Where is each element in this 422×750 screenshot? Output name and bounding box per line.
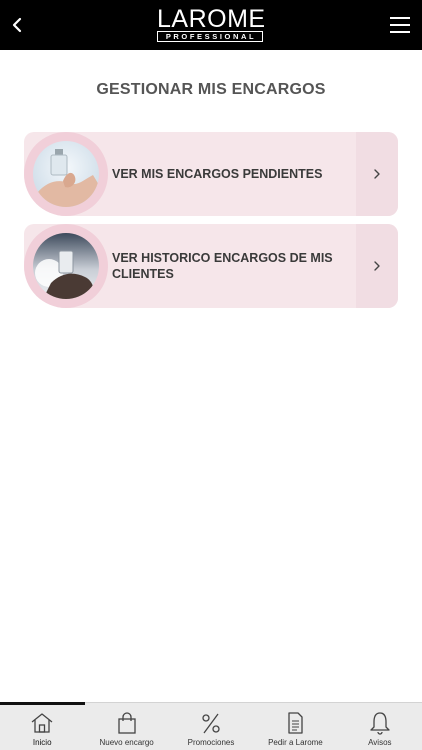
card-photo-frame — [24, 224, 108, 308]
card-photo-frame — [24, 132, 108, 216]
percent-icon — [202, 713, 220, 734]
tab-nuevo-encargo[interactable]: Nuevo encargo — [84, 703, 168, 750]
top-bar: LAROME PROFESSIONAL — [0, 0, 422, 50]
tab-promociones[interactable]: Promociones — [169, 703, 253, 750]
active-tab-indicator — [0, 702, 85, 705]
page-title: GESTIONAR MIS ENCARGOS — [96, 81, 326, 98]
brand-logo: LAROME PROFESSIONAL — [157, 5, 266, 42]
card-arrow-zone[interactable] — [356, 224, 398, 308]
document-icon — [288, 712, 304, 734]
menu-button[interactable] — [388, 11, 416, 39]
card-label: VER HISTORICO ENCARGOS DE MIS CLIENTES — [112, 251, 333, 281]
home-icon — [31, 713, 53, 733]
hand-holding-bottle-photo — [33, 233, 99, 299]
logo-main-text: LAROME — [157, 5, 266, 33]
tab-label: Nuevo encargo — [99, 738, 154, 747]
hamburger-menu-icon — [390, 17, 410, 33]
tab-label: Inicio — [32, 738, 52, 747]
tab-label: Pedir a Larome — [268, 738, 323, 747]
logo-sub-text: PROFESSIONAL — [157, 31, 263, 42]
hand-holding-perfume-photo — [33, 141, 99, 207]
bottom-tab-bar: Inicio Nuevo encargo Promociones Pedir a… — [0, 702, 422, 750]
tab-label: Avisos — [368, 738, 392, 747]
card-pending-orders[interactable]: VER MIS ENCARGOS PENDIENTES — [24, 132, 398, 216]
tab-inicio[interactable]: Inicio — [0, 703, 84, 750]
tab-avisos[interactable]: Avisos — [338, 703, 422, 750]
card-arrow-zone[interactable] — [356, 132, 398, 216]
back-button[interactable] — [4, 10, 30, 40]
chevron-right-icon — [374, 261, 380, 271]
bell-icon — [370, 712, 390, 735]
chevron-right-icon — [374, 169, 380, 179]
card-label: VER MIS ENCARGOS PENDIENTES — [112, 167, 323, 181]
chevron-left-icon — [12, 17, 22, 33]
tab-pedir-a-larome[interactable]: Pedir a Larome — [253, 703, 337, 750]
shopping-bag-icon — [117, 712, 136, 734]
card-client-order-history[interactable]: VER HISTORICO ENCARGOS DE MIS CLIENTES — [24, 224, 398, 308]
tab-label: Promociones — [187, 738, 235, 747]
